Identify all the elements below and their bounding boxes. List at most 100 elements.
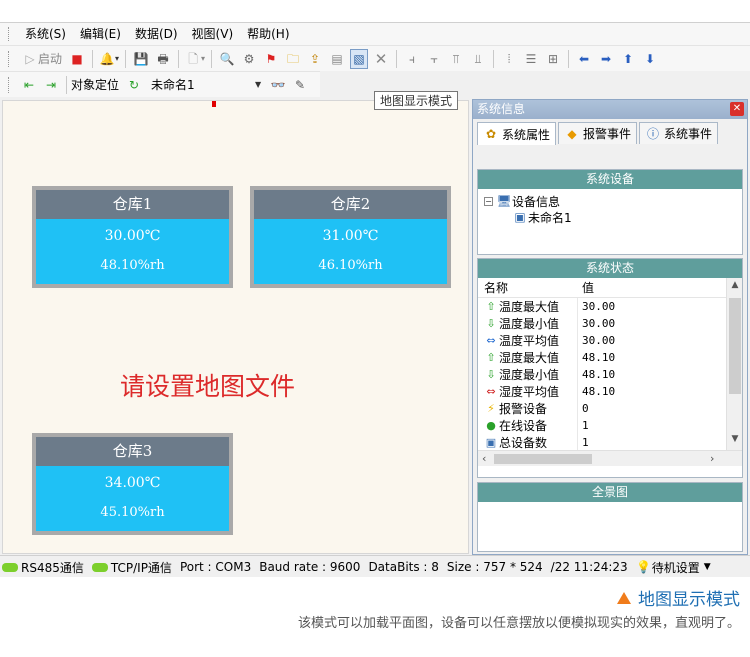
object-combo[interactable]: 未命名1 ▼ (149, 75, 267, 95)
distribute-v-button[interactable]: ☰ (522, 49, 540, 69)
close-icon[interactable]: ✕ (730, 102, 744, 116)
port-info: Port : COM3 (179, 560, 252, 574)
tab-alarm-events[interactable]: ◆ 报警事件 (558, 122, 638, 144)
row-name: 温度最小值 (499, 317, 560, 331)
table-row[interactable]: ⇔ 温度平均值 30.00 (478, 332, 742, 349)
row-name: 在线设备 (499, 419, 548, 433)
tree-root-label: 设备信息 (512, 194, 561, 209)
scroll-right-icon[interactable]: › (710, 451, 714, 466)
standby-settings[interactable]: 💡 待机设置 ▼ (636, 559, 710, 576)
first-button[interactable]: ⇤ (20, 75, 38, 95)
rs485-label: RS485通信 (21, 560, 84, 575)
move-down-button[interactable]: ⬇ (641, 49, 659, 69)
tree-child[interactable]: ▣ 未命名1 (484, 209, 736, 225)
caption-text: 该模式可以加载平面图，设备可以任意摆放以便模拟现实的效果，直观明了。 (297, 616, 740, 631)
scroll-up-icon[interactable]: ▲ (727, 280, 742, 290)
lightbulb-icon: 💡 (636, 560, 652, 574)
align-right-button[interactable]: ⫟ (425, 49, 443, 69)
row-value: 1 (582, 419, 589, 432)
last-button[interactable]: ⇥ (42, 75, 60, 95)
menu-data[interactable]: 数据(D) (128, 23, 185, 45)
row-name-cell: ⇔ 湿度平均值 (478, 383, 578, 400)
table-row[interactable]: ▣ 总设备数 1 (478, 434, 742, 451)
menu-help[interactable]: 帮助(H) (240, 23, 296, 45)
import-button[interactable]: ⇪ (306, 49, 324, 69)
edit-button[interactable]: ✎ (291, 75, 309, 95)
find-button[interactable]: 👓 (269, 75, 287, 95)
map-canvas[interactable]: 仓库1 30.00℃ 48.10%rh 仓库2 31.00℃ 46.10%rh … (2, 100, 469, 554)
move-up-button[interactable]: ⬆ (619, 49, 637, 69)
panel-title-bar: 系统信息 ✕ (473, 100, 747, 119)
tab-system-events[interactable]: ⓘ 系统事件 (639, 122, 719, 144)
status-section: 系统状态 名称 值 ⇧ 温度最大值 30.00 ⇩ 温度最小值 30.00 ⇔ 温度平均值 30… (477, 258, 743, 478)
menu-edit[interactable]: 编辑(E) (73, 23, 128, 45)
locate-toolbar: ⇤ ⇥ 对象定位 ↻ 未命名1 ▼ 👓 ✎ (0, 71, 320, 97)
refresh-icon: ↻ (128, 77, 140, 92)
row-name-cell: ▣ 总设备数 (478, 434, 578, 451)
move-right-button[interactable]: ➡ (597, 49, 615, 69)
alarm-button[interactable]: 🔔 ▾ (99, 49, 120, 69)
panel-tabs: ✿ 系统属性 ◆ 报警事件 ⓘ 系统事件 (473, 119, 747, 145)
save-button[interactable]: 💾 (132, 49, 150, 69)
align-top-button[interactable]: ⫪ (447, 49, 465, 69)
devices-section: 系统设备 − 🖥 设备信息 ▣ 未命名1 (477, 169, 743, 255)
tcp-label: TCP/IP通信 (110, 560, 172, 575)
grid-button[interactable]: ⊞ (544, 49, 562, 69)
horizontal-scrollbar[interactable]: ‹ › (478, 450, 742, 466)
table-row[interactable]: ● 在线设备 1 (478, 417, 742, 434)
print-button[interactable]: 🖶 (154, 49, 172, 69)
new-doc-button[interactable]: 🗋 ▾ (185, 49, 205, 69)
tab-system-properties[interactable]: ✿ 系统属性 (477, 122, 557, 145)
warehouse-card[interactable]: 仓库1 30.00℃ 48.10%rh (32, 186, 233, 288)
collapse-icon[interactable]: − (484, 196, 493, 206)
map-mode-button[interactable]: ▧ (350, 48, 369, 69)
stop-button[interactable]: ■ (68, 49, 86, 69)
table-row[interactable]: ⇔ 湿度平均值 48.10 (478, 383, 742, 400)
properties-icon: ✿ (485, 127, 497, 141)
list-button[interactable]: ▤ (328, 49, 346, 69)
vertical-scrollbar[interactable]: ▲ ▼ (726, 278, 742, 450)
distribute-h-button[interactable]: ⦙ (500, 49, 518, 69)
folder-button[interactable]: 🗀 (284, 49, 302, 69)
warehouse-readings: 30.00℃ 48.10%rh (36, 219, 229, 284)
row-name-cell: ⚡ 报警设备 (478, 400, 578, 417)
tree-child-label: 未命名1 (528, 210, 572, 225)
arrow-left-icon: ⬅ (579, 51, 590, 66)
row-name: 湿度最小值 (499, 368, 560, 382)
tooltip: 地图显示模式 (374, 91, 459, 110)
align-bottom-button[interactable]: ⫫ (469, 49, 487, 69)
table-row[interactable]: ⚡ 报警设备 0 (478, 400, 742, 417)
warehouse-card[interactable]: 仓库2 31.00℃ 46.10%rh (250, 186, 451, 288)
arrow-right-icon: ➡ (601, 51, 612, 66)
align-left-button[interactable]: ⫞ (403, 49, 421, 69)
status-grid[interactable]: 名称 值 ⇧ 温度最大值 30.00 ⇩ 温度最小值 30.00 ⇔ 温度平均值 30.00 ⇧ 湿… (478, 278, 742, 466)
refresh-button[interactable]: ↻ (125, 75, 143, 95)
scroll-down-icon[interactable]: ▼ (727, 434, 742, 444)
row-name-cell: ● 在线设备 (478, 417, 578, 434)
menu-system[interactable]: 系统(S) (18, 23, 73, 45)
row-name: 总设备数 (499, 436, 548, 450)
scroll-thumb[interactable] (494, 454, 592, 464)
toolbar-separator (568, 49, 570, 68)
start-button[interactable]: ▷ 启动 (20, 49, 64, 69)
row-name: 温度最大值 (499, 300, 560, 314)
warehouse-readings: 34.00℃ 45.10%rh (36, 466, 229, 531)
scroll-left-icon[interactable]: ‹ (482, 451, 486, 466)
table-row[interactable]: ⇧ 湿度最大值 48.10 (478, 349, 742, 366)
arrow-up-icon: ⬆ (623, 51, 634, 66)
zoom-button[interactable]: 🔍 (218, 49, 236, 69)
delete-button[interactable]: ✕ (372, 49, 390, 69)
table-row[interactable]: ⇩ 湿度最小值 48.10 (478, 366, 742, 383)
flag-button[interactable]: ⚑ (262, 49, 280, 69)
settings-button[interactable]: ⚙ (240, 49, 258, 69)
scroll-thumb[interactable] (729, 298, 741, 394)
table-row[interactable]: ⇧ 温度最大值 30.00 (478, 298, 742, 315)
tree-root[interactable]: − 🖥 设备信息 (484, 193, 736, 209)
warehouse-card[interactable]: 仓库3 34.00℃ 45.10%rh (32, 433, 233, 535)
move-left-button[interactable]: ⬅ (575, 49, 593, 69)
toolbar-separator (211, 49, 213, 68)
menu-view[interactable]: 视图(V) (185, 23, 241, 45)
play-icon: ▷ (25, 51, 35, 66)
warehouse-name: 仓库2 (254, 190, 447, 219)
table-row[interactable]: ⇩ 温度最小值 30.00 (478, 315, 742, 332)
